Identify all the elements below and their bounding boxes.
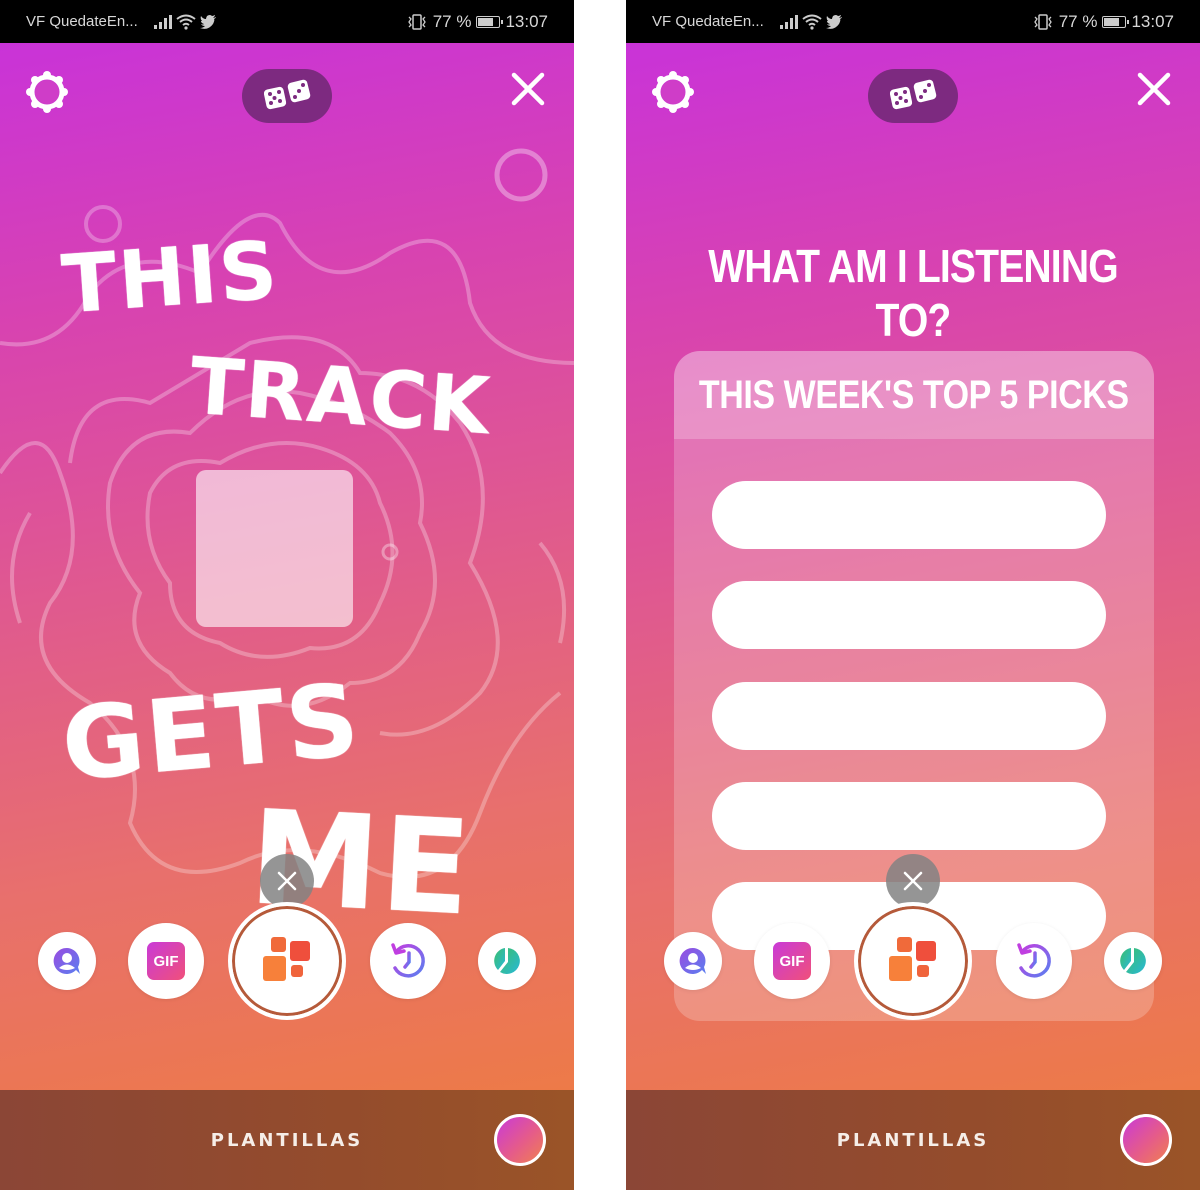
wifi-icon bbox=[802, 14, 822, 30]
pick-field-1[interactable] bbox=[712, 481, 1106, 549]
poll-tool-button[interactable] bbox=[478, 932, 536, 990]
pick-field-3[interactable] bbox=[712, 682, 1106, 750]
randomize-button[interactable] bbox=[868, 69, 958, 123]
close-icon bbox=[1137, 72, 1171, 106]
signal-icon bbox=[779, 14, 798, 29]
color-picker-button[interactable] bbox=[1120, 1114, 1172, 1166]
mode-label[interactable]: PLANTILLAS bbox=[626, 1130, 1200, 1151]
carrier-name: VF QuedateEn... bbox=[652, 13, 764, 30]
templates-tool-button[interactable] bbox=[228, 902, 346, 1020]
battery-icon bbox=[1102, 15, 1130, 28]
gear-icon bbox=[26, 71, 68, 113]
memories-tool-button[interactable] bbox=[370, 923, 446, 999]
gear-icon bbox=[652, 71, 694, 113]
pick-field-4[interactable] bbox=[712, 782, 1106, 850]
templates-tool-button[interactable] bbox=[854, 902, 972, 1020]
clock: 13:07 bbox=[505, 11, 548, 31]
dice-icon bbox=[889, 79, 937, 110]
template-line-2[interactable]: TRACK bbox=[187, 342, 494, 453]
mode-label[interactable]: PLANTILLAS bbox=[0, 1130, 574, 1151]
twitter-icon bbox=[825, 14, 842, 29]
pie-chart-icon bbox=[494, 948, 520, 974]
pie-chart-icon bbox=[1120, 948, 1146, 974]
person-bubble-icon bbox=[53, 947, 80, 974]
gif-tool-button[interactable]: GIF bbox=[754, 923, 830, 999]
twitter-icon bbox=[199, 14, 216, 29]
card-header: THIS WEEK'S TOP 5 PICKS bbox=[674, 351, 1154, 439]
templates-grid-icon bbox=[889, 937, 936, 981]
dice-icon bbox=[263, 79, 311, 110]
template-line-1[interactable]: THIS bbox=[59, 224, 282, 332]
phone-screen-right: VF QuedateEn... 77 % 13:07 WHAT AM I LIS… bbox=[626, 0, 1200, 1190]
bottom-bar: PLANTILLAS bbox=[0, 1090, 574, 1190]
person-bubble-icon bbox=[679, 947, 706, 974]
close-button[interactable] bbox=[1134, 69, 1174, 109]
vibrate-icon bbox=[1033, 13, 1052, 30]
color-picker-button[interactable] bbox=[494, 1114, 546, 1166]
signal-icon bbox=[153, 14, 172, 29]
battery-icon bbox=[476, 15, 504, 28]
status-icons bbox=[153, 14, 216, 30]
status-bar: VF QuedateEn... 77 % 13:07 bbox=[0, 0, 574, 43]
card-title[interactable]: THIS WEEK'S TOP 5 PICKS bbox=[699, 373, 1129, 418]
settings-button[interactable] bbox=[24, 69, 70, 115]
history-clock-icon bbox=[391, 943, 425, 978]
randomize-button[interactable] bbox=[242, 69, 332, 123]
gif-icon: GIF bbox=[773, 942, 811, 980]
carrier-name: VF QuedateEn... bbox=[26, 13, 138, 30]
memories-tool-button[interactable] bbox=[996, 923, 1072, 999]
clock: 13:07 bbox=[1131, 11, 1174, 31]
pick-field-2[interactable] bbox=[712, 581, 1106, 649]
settings-button[interactable] bbox=[650, 69, 696, 115]
delete-button[interactable] bbox=[260, 854, 314, 908]
close-icon bbox=[903, 871, 923, 891]
battery-percent: 77 % bbox=[432, 11, 472, 31]
delete-button[interactable] bbox=[886, 854, 940, 908]
status-right: 77 % 13:07 bbox=[406, 12, 548, 32]
mention-tool-button[interactable] bbox=[38, 932, 96, 990]
close-button[interactable] bbox=[508, 69, 548, 109]
poll-tool-button[interactable] bbox=[1104, 932, 1162, 990]
gif-icon: GIF bbox=[147, 942, 185, 980]
status-icons bbox=[779, 14, 842, 30]
bottom-bar: PLANTILLAS bbox=[626, 1090, 1200, 1190]
phone-screen-left: VF QuedateEn... 77 % 13:07 THIS TRACK GE… bbox=[0, 0, 574, 1190]
wifi-icon bbox=[176, 14, 196, 30]
template-title[interactable]: WHAT AM I LISTENING TO? bbox=[669, 239, 1157, 347]
template-line-3[interactable]: GETS bbox=[57, 661, 365, 804]
close-icon bbox=[277, 871, 297, 891]
album-art-placeholder[interactable] bbox=[196, 470, 353, 627]
vibrate-icon bbox=[407, 13, 426, 30]
templates-grid-icon bbox=[263, 937, 310, 981]
history-clock-icon bbox=[1017, 943, 1051, 978]
gif-tool-button[interactable]: GIF bbox=[128, 923, 204, 999]
mention-tool-button[interactable] bbox=[664, 932, 722, 990]
close-icon bbox=[511, 72, 545, 106]
status-right: 77 % 13:07 bbox=[1032, 12, 1174, 32]
battery-percent: 77 % bbox=[1058, 11, 1098, 31]
status-bar: VF QuedateEn... 77 % 13:07 bbox=[626, 0, 1200, 43]
